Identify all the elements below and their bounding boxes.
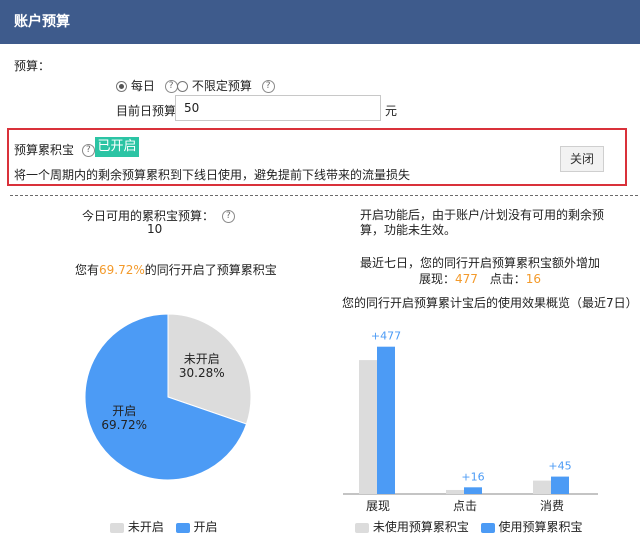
bar (446, 489, 464, 494)
bar-data-label: +16 (461, 470, 484, 483)
bar (377, 346, 395, 494)
charts-canvas: 未开启30.28% 开启69.72% +477 展现 +16 点击 +45 消费 (84, 313, 598, 513)
legend-label: 未开启 (127, 520, 164, 534)
pie-slice-name: 开启 (112, 404, 136, 418)
legend-swatch-off (110, 522, 124, 533)
bar (533, 480, 551, 494)
bar (551, 476, 569, 494)
chart-title: 您的同行开启预算累计宝后的使用效果概览（最近7日） (342, 296, 638, 310)
legend-swatch-on (480, 522, 495, 533)
legend-swatch-on (175, 522, 190, 533)
pie-slice-label: 30.28% (179, 366, 225, 380)
recent-title: 最近七日，您的同行开启预算累积宝额外增加 (360, 256, 601, 270)
x-tick-label: 点击 (453, 499, 477, 513)
impressions-label: 展现： (419, 272, 456, 286)
clicks-label: 点击： (489, 272, 526, 286)
impressions-value: 477 (455, 272, 478, 286)
legend-label: 使用预算累积宝 (498, 520, 583, 534)
pie-chart: 未开启30.28% 开启69.72% (84, 313, 252, 481)
pie-slice-name: 未开启 (184, 352, 220, 366)
clicks-value: 16 (525, 272, 542, 286)
bar-data-label: +45 (548, 460, 571, 473)
bar-legend: 未使用预算累积宝 使用预算累积宝 (355, 518, 583, 535)
legend-label: 未使用预算累积宝 (372, 520, 469, 534)
no-effect-note: 开启功能后，由于账户/计划没有可用的剩余预算，功能未生效。 (360, 208, 605, 237)
x-tick-label: 展现 (366, 499, 390, 513)
bar (359, 360, 377, 494)
legend-swatch-off (355, 522, 369, 533)
bar-chart: +477 展现 +16 点击 +45 消费 (343, 330, 598, 513)
pie-legend: 未开启 开启 (110, 518, 218, 535)
x-tick-label: 消费 (540, 499, 564, 513)
legend-label: 开启 (193, 520, 218, 534)
bar-data-label: +477 (371, 330, 401, 343)
recent-stats: 展现：477 点击：16 (419, 270, 541, 287)
pie-slice-label: 69.72% (101, 418, 147, 432)
bar (464, 487, 482, 494)
